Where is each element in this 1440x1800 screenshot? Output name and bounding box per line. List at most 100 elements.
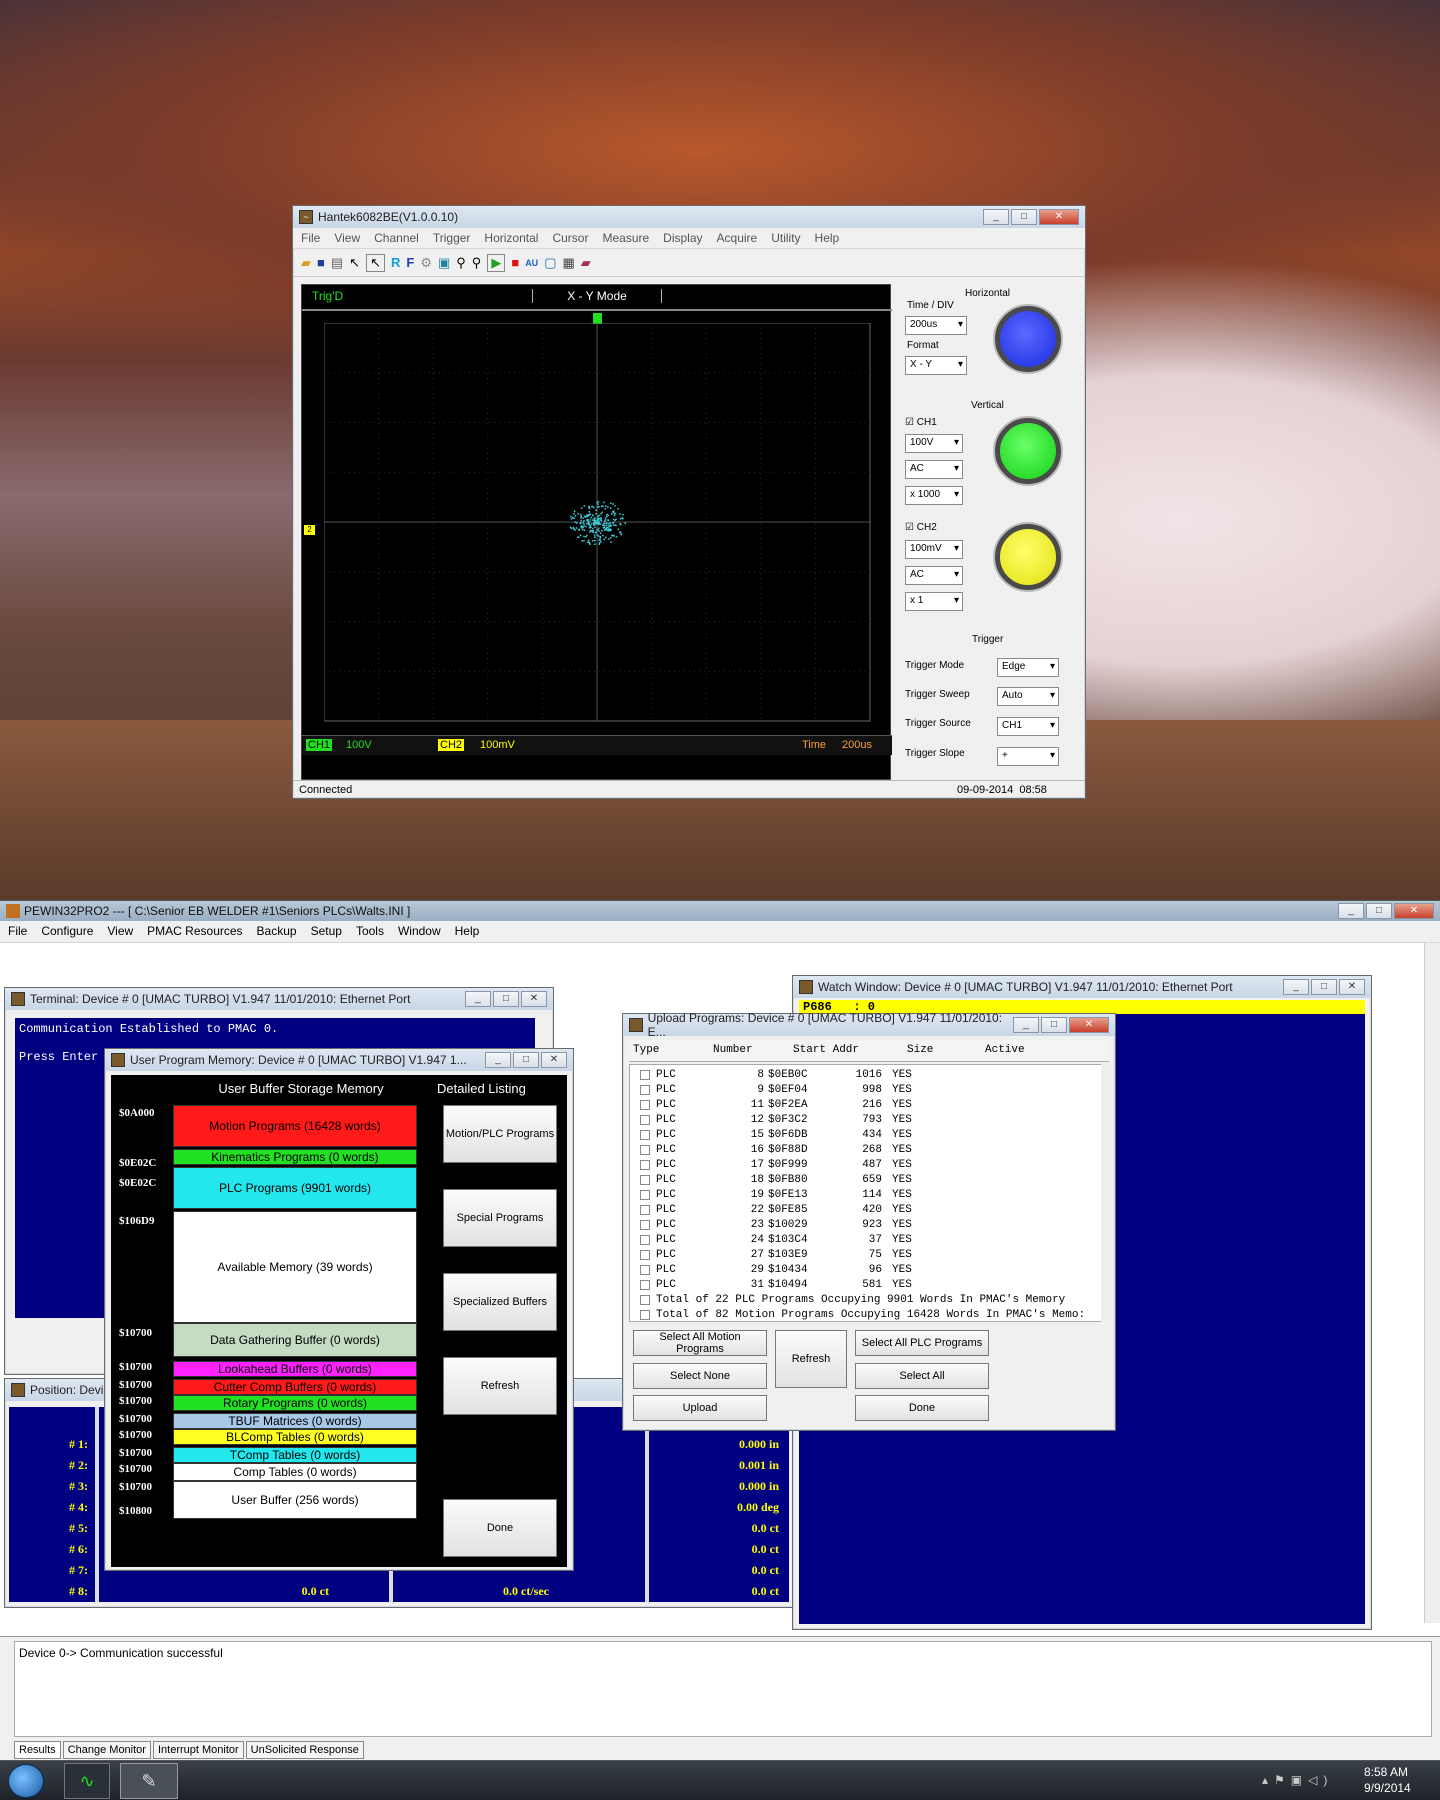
col-active[interactable]: Active (985, 1044, 1025, 1056)
clock-date[interactable]: 9/9/2014 (1364, 1781, 1411, 1795)
reference-icon[interactable]: R (391, 255, 400, 270)
pewin-menu-setup[interactable]: Setup (311, 924, 342, 939)
specialized-buffers-button[interactable]: Specialized Buffers (443, 1273, 557, 1331)
plc-row-checkbox[interactable] (640, 1129, 650, 1140)
pewin-menu-tools[interactable]: Tools (356, 924, 384, 939)
menu-utility[interactable]: Utility (771, 231, 800, 245)
plc-row[interactable]: PLC 11 $0F2EA 216 YES (640, 1097, 1090, 1112)
save-icon[interactable]: ■ (317, 255, 325, 270)
plc-row[interactable]: PLC 9 $0EF04 998 YES (640, 1082, 1090, 1097)
menu-acquire[interactable]: Acquire (717, 231, 758, 245)
plc-row-checkbox[interactable] (640, 1144, 650, 1155)
plc-row[interactable]: PLC 24 $103C4 37 YES (640, 1232, 1090, 1247)
select-all-motion-button[interactable]: Select All Motion Programs (633, 1330, 767, 1356)
terminal-close[interactable]: ✕ (521, 991, 547, 1007)
tab-results[interactable]: Results (14, 1741, 61, 1759)
print-icon[interactable]: ▤ (331, 255, 343, 271)
persist-icon[interactable]: ▣ (438, 255, 450, 271)
pewin-menu-backup[interactable]: Backup (257, 924, 297, 939)
plc-row-checkbox[interactable] (640, 1099, 650, 1110)
window-icon[interactable]: ▦ (562, 255, 574, 271)
ch2-check[interactable]: ☑ CH2 (905, 522, 937, 533)
clock-time[interactable]: 8:58 AM (1364, 1765, 1408, 1779)
plc-row[interactable]: PLC 27 $103E9 75 YES (640, 1247, 1090, 1262)
plc-row-checkbox[interactable] (640, 1189, 650, 1200)
upload-close[interactable]: ✕ (1069, 1017, 1109, 1033)
zoom-in-icon[interactable]: ⚲ (456, 255, 466, 271)
pewin-maximize-button[interactable]: □ (1366, 903, 1392, 919)
pewin-minimize-button[interactable]: _ (1338, 903, 1364, 919)
stop-icon[interactable]: ■ (511, 255, 519, 270)
upload-maximize[interactable]: □ (1041, 1017, 1067, 1033)
select-all-plc-button[interactable]: Select All PLC Programs (855, 1330, 989, 1356)
plc-row[interactable]: PLC 8 $0EB0C 1016 YES (640, 1067, 1090, 1082)
taskbar-pewin-button[interactable]: ✎ (120, 1763, 178, 1799)
plc-row[interactable]: PLC 16 $0F88D 268 YES (640, 1142, 1090, 1157)
pewin-close-button[interactable]: ✕ (1394, 903, 1434, 919)
plc-row-checkbox[interactable] (640, 1249, 650, 1260)
upload-refresh-button[interactable]: Refresh (775, 1330, 847, 1388)
menu-measure[interactable]: Measure (602, 231, 649, 245)
memory-minimize[interactable]: _ (485, 1052, 511, 1068)
plc-total-row[interactable]: Total of 22 PLC Programs Occupying 9901 … (640, 1292, 1090, 1307)
upload-list[interactable]: PLC 8 $0EB0C 1016 YES PLC 9 $0EF04 998 YES PLC 11 $0… (629, 1064, 1103, 1322)
plc-row[interactable]: PLC 12 $0F3C2 793 YES (640, 1112, 1090, 1127)
select-none-button[interactable]: Select None (633, 1363, 767, 1389)
upload-list-scrollbar[interactable] (1101, 1064, 1111, 1322)
pewin-menu-pmac-resources[interactable]: PMAC Resources (147, 924, 242, 939)
plc-row-checkbox[interactable] (640, 1279, 650, 1290)
col-size[interactable]: Size (907, 1044, 933, 1056)
output-text-area[interactable]: Device 0-> Communication successful (14, 1641, 1432, 1737)
terminal-titlebar[interactable]: Terminal: Device # 0 [UMAC TURBO] V1.947… (5, 988, 553, 1010)
plc-total-checkbox[interactable] (640, 1309, 650, 1320)
plc-row[interactable]: PLC 15 $0F6DB 434 YES (640, 1127, 1090, 1142)
plc-row[interactable]: PLC 17 $0F999 487 YES (640, 1157, 1090, 1172)
plc-row-checkbox[interactable] (640, 1069, 650, 1080)
trigger-mode-select[interactable]: Edge (997, 658, 1059, 677)
pewin-menu-file[interactable]: File (8, 924, 27, 939)
tab-unsolicited-response[interactable]: UnSolicited Response (245, 1741, 364, 1759)
ch2-coupling-select[interactable]: AC (905, 566, 963, 585)
plc-row-checkbox[interactable] (640, 1204, 650, 1215)
plc-row[interactable]: PLC 18 $0FB80 659 YES (640, 1172, 1090, 1187)
tab-change-monitor[interactable]: Change Monitor (62, 1741, 151, 1759)
col-start-addr[interactable]: Start Addr (793, 1044, 859, 1056)
close-button[interactable]: ✕ (1039, 209, 1079, 225)
ch1-knob[interactable] (995, 418, 1061, 484)
pewin-menu-view[interactable]: View (107, 924, 133, 939)
tray-icons[interactable]: ▴⚑▣◁) (1262, 1773, 1333, 1787)
watch-maximize[interactable]: □ (1311, 979, 1337, 995)
pewin-menu-configure[interactable]: Configure (41, 924, 93, 939)
pewin-titlebar[interactable]: PEWIN32PRO2 --- [ C:\Senior EB WELDER #1… (0, 901, 1440, 921)
trigger-slope-select[interactable]: + (997, 747, 1059, 766)
ch2-volts-select[interactable]: 100mV (905, 540, 963, 559)
pewin-menu-window[interactable]: Window (398, 924, 441, 939)
start-button[interactable] (8, 1764, 44, 1798)
select-icon[interactable]: ↖ (366, 253, 385, 272)
upload-minimize[interactable]: _ (1013, 1017, 1039, 1033)
plc-row-checkbox[interactable] (640, 1084, 650, 1095)
menu-display[interactable]: Display (663, 231, 702, 245)
ch2-probe-select[interactable]: x 1 (905, 592, 963, 611)
snapshot-icon[interactable]: ▢ (544, 255, 556, 271)
plc-row[interactable]: PLC 19 $0FE13 114 YES (640, 1187, 1090, 1202)
trigger-source-select[interactable]: CH1 (997, 717, 1059, 736)
memory-titlebar[interactable]: User Program Memory: Device # 0 [UMAC TU… (105, 1049, 573, 1071)
ch1-check[interactable]: ☑ CH1 (905, 417, 937, 428)
pewin-vscrollbar[interactable] (1424, 943, 1440, 1623)
plc-row[interactable]: PLC 23 $10029 923 YES (640, 1217, 1090, 1232)
menu-help[interactable]: Help (815, 231, 840, 245)
menu-trigger[interactable]: Trigger (433, 231, 471, 245)
upload-button[interactable]: Upload (633, 1395, 767, 1421)
plc-row-checkbox[interactable] (640, 1234, 650, 1245)
ch1-volts-select[interactable]: 100V (905, 434, 963, 453)
upload-done-button[interactable]: Done (855, 1395, 989, 1421)
ch1-probe-select[interactable]: x 1000 (905, 486, 963, 505)
special-programs-button[interactable]: Special Programs (443, 1189, 557, 1247)
open-icon[interactable]: ▰ (301, 255, 311, 271)
select-all-button[interactable]: Select All (855, 1363, 989, 1389)
minimize-button[interactable]: _ (983, 209, 1009, 225)
memory-done-button[interactable]: Done (443, 1499, 557, 1557)
trigger-sweep-select[interactable]: Auto (997, 687, 1059, 706)
horizontal-knob[interactable] (995, 306, 1061, 372)
